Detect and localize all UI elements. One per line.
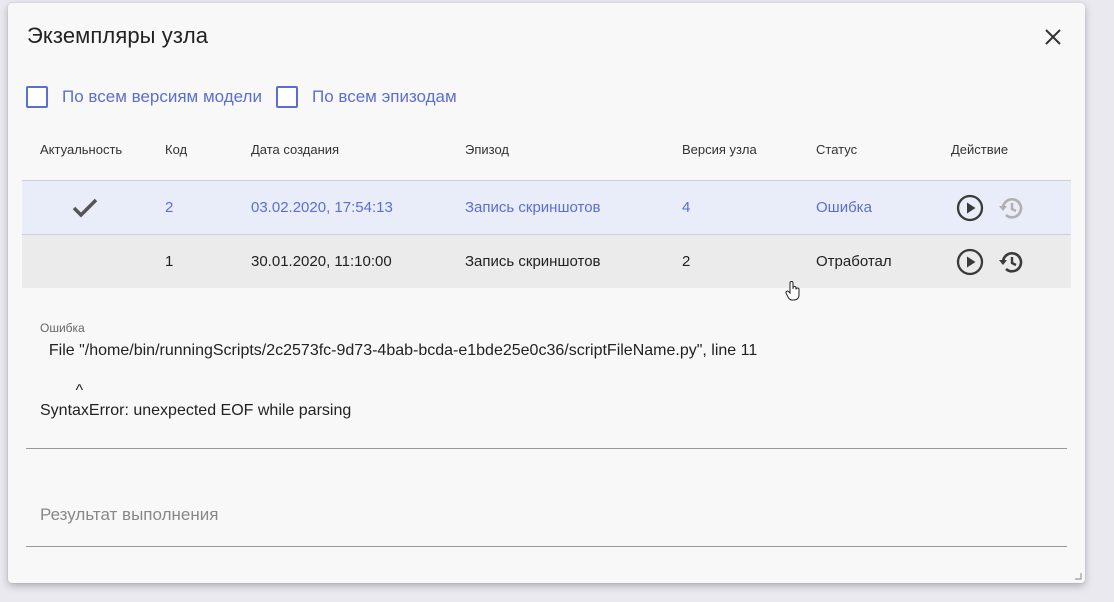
filter-all-model-versions-label: По всем версиям модели: [62, 87, 262, 106]
node-instances-dialog: Экземпляры узла По всем версиям модели П…: [8, 3, 1085, 583]
result-field[interactable]: Результат выполнения: [40, 505, 218, 525]
filter-all-episodes[interactable]: По всем эпизодам: [275, 86, 457, 108]
history-icon[interactable]: [997, 248, 1025, 276]
divider: [26, 448, 1067, 449]
filter-all-model-versions[interactable]: По всем версиям модели: [26, 86, 262, 108]
header-actuality[interactable]: Актуальность: [40, 142, 122, 157]
header-node-version[interactable]: Версия узла: [682, 142, 757, 157]
row-created: 03.02.2020, 17:54:13: [251, 199, 393, 216]
history-icon: [999, 198, 1023, 219]
row-code: 1: [165, 253, 174, 270]
header-status[interactable]: Статус: [816, 142, 857, 157]
error-text: File "/home/bin/runningScripts/2c2573fc-…: [40, 342, 758, 419]
checkbox-all-model-versions[interactable]: [26, 86, 48, 108]
header-created[interactable]: Дата создания: [251, 142, 339, 157]
filters-bar: По всем версиям модели По всем эпизодам: [26, 86, 471, 108]
divider: [26, 546, 1067, 547]
row-node-version: 2: [682, 253, 691, 270]
table-row[interactable]: 2 03.02.2020, 17:54:13 Запись скриншотов…: [22, 180, 1071, 234]
row-node-version: 4: [682, 199, 691, 216]
table-row[interactable]: 1 30.01.2020, 11:10:00 Запись скриншотов…: [22, 234, 1071, 288]
header-episode[interactable]: Эпизод: [465, 142, 509, 157]
actual-check-icon: [72, 198, 98, 218]
header-code[interactable]: Код: [165, 142, 187, 157]
header-action: Действие: [951, 142, 1009, 157]
resize-handle-icon[interactable]: [1074, 572, 1082, 580]
error-label: Ошибка: [40, 321, 85, 335]
close-icon[interactable]: [1043, 27, 1063, 47]
row-status: Ошибка: [816, 199, 872, 216]
play-icon[interactable]: [956, 194, 984, 222]
dialog-title: Экземпляры узла: [27, 23, 209, 48]
hand-cursor-icon: [785, 281, 800, 301]
row-episode: Запись скриншотов: [465, 253, 601, 270]
row-status: Отработал: [816, 253, 892, 270]
table-header: Актуальность Код Дата создания Эпизод Ве…: [22, 142, 1070, 164]
row-episode: Запись скриншотов: [465, 199, 601, 216]
row-created: 30.01.2020, 11:10:00: [251, 253, 392, 270]
row-code: 2: [165, 199, 174, 216]
checkbox-all-episodes[interactable]: [275, 86, 298, 108]
play-icon[interactable]: [956, 248, 984, 276]
filter-all-episodes-label: По всем эпизодам: [311, 87, 457, 106]
